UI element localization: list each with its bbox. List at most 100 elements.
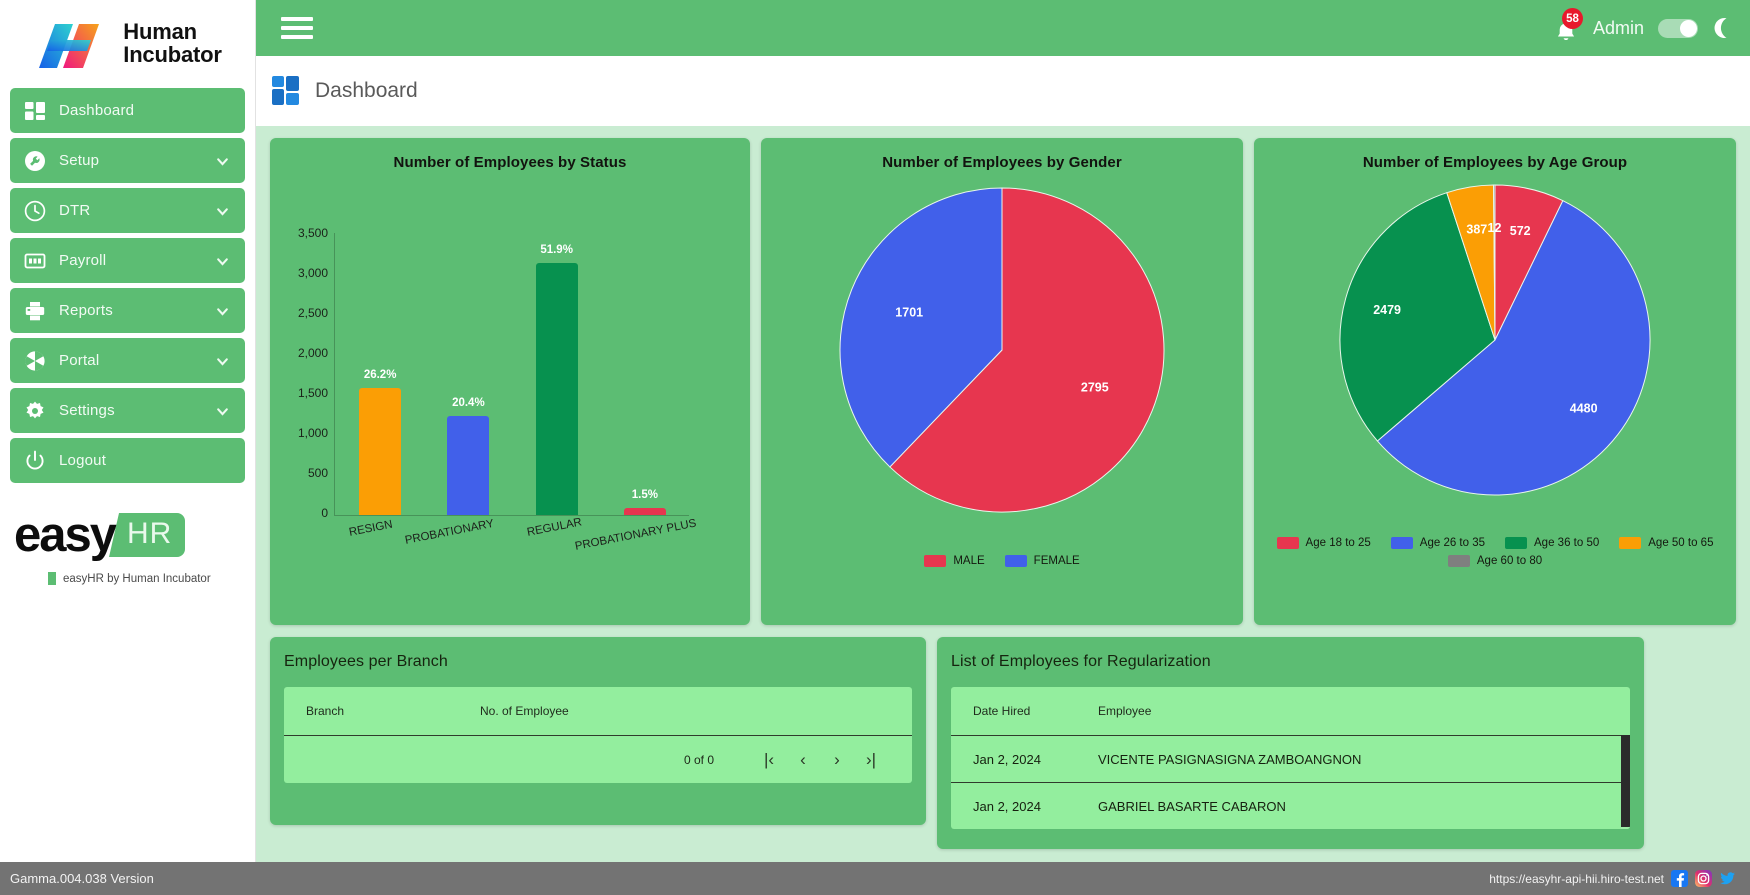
employees-by-gender-chart: Number of Employees by Gender 2795 1701 M… xyxy=(761,138,1244,625)
notifications-button[interactable]: 58 xyxy=(1553,8,1583,43)
pie-slice-value: 1701 xyxy=(895,306,923,320)
cell-date-hired: Jan 2, 2024 xyxy=(973,751,1041,767)
cell-employee: GABRIEL BASARTE CABARON xyxy=(1098,798,1286,814)
sidebar-item-label: Settings xyxy=(59,402,115,419)
table-row[interactable]: Jan 2, 2024 VICENTE PASIGNASIGNA ZAMBOAN… xyxy=(951,735,1630,782)
y-tick: 2,500 xyxy=(297,306,328,320)
last-page-button[interactable]: ›| xyxy=(854,750,888,770)
legend-item[interactable]: Age 60 to 80 xyxy=(1447,555,1543,567)
column-header-date-hired[interactable]: Date Hired xyxy=(951,704,1098,718)
column-header-no-of-employee[interactable]: No. of Employee xyxy=(480,704,912,718)
table-scrollbar-thumb[interactable] xyxy=(1621,735,1630,827)
instagram-icon[interactable] xyxy=(1695,870,1712,887)
first-page-button[interactable]: |‹ xyxy=(752,750,786,770)
twitter-icon[interactable] xyxy=(1719,870,1736,887)
pie-slice-value: 12 xyxy=(1488,221,1502,235)
legend-swatch xyxy=(1004,555,1027,567)
employees-per-branch-panel: Employees per Branch Branch No. of Emplo… xyxy=(270,637,926,825)
api-url: https://easyhr-api-hii.hiro-test.net xyxy=(1489,871,1664,886)
legend-label: Age 60 to 80 xyxy=(1476,555,1543,567)
facebook-icon[interactable] xyxy=(1671,870,1688,887)
x-axis-line xyxy=(334,515,689,516)
bar-data-label: 51.9% xyxy=(540,244,573,256)
branch-table: Branch No. of Employee 0 of 0 |‹ ‹ › ›| xyxy=(284,687,912,783)
sidebar-item-dtr[interactable]: DTR xyxy=(10,188,245,233)
legend-swatch xyxy=(1447,555,1470,567)
sidebar-item-payroll[interactable]: Payroll xyxy=(10,238,245,283)
user-name[interactable]: Admin xyxy=(1593,18,1644,39)
legend-item[interactable]: Age 36 to 50 xyxy=(1505,537,1599,549)
sidebar-item-setup[interactable]: Setup xyxy=(10,138,245,183)
cell-date-hired: Jan 2, 2024 xyxy=(973,798,1041,814)
tables-row: Employees per Branch Branch No. of Emplo… xyxy=(270,637,1736,849)
legend-item[interactable]: Age 50 to 65 xyxy=(1619,537,1713,549)
chart-legend: Age 18 to 25 Age 26 to 35 Age 36 to 50 A… xyxy=(1254,537,1736,567)
sidebar-item-logout[interactable]: Logout xyxy=(10,438,245,483)
pie-chart: 2795 1701 xyxy=(839,187,1165,513)
sidebar-item-label: Reports xyxy=(59,302,113,319)
sidebar-item-portal[interactable]: Portal xyxy=(10,338,245,383)
table-row[interactable]: Jan 2, 2024 GABRIEL BASARTE CABARON xyxy=(951,782,1630,829)
pie-chart: 572 4480 2479 387 12 xyxy=(1339,184,1651,496)
y-tick: 2,000 xyxy=(297,346,328,360)
legend-item[interactable]: Age 18 to 25 xyxy=(1276,537,1371,549)
legend-label: Age 36 to 50 xyxy=(1534,537,1600,549)
table-row[interactable] xyxy=(535,263,578,515)
top-bar: 58 Admin xyxy=(256,0,1750,56)
y-axis: 0 500 1,000 1,500 2,000 2,500 3,000 3,50… xyxy=(270,226,334,520)
chart-legend: MALE FEMALE xyxy=(761,555,1243,567)
pie-slice-value: 2479 xyxy=(1373,303,1401,317)
table-row[interactable] xyxy=(447,416,490,515)
chevron-down-icon xyxy=(217,257,228,266)
sidebar-item-label: Portal xyxy=(59,352,100,369)
y-axis-line xyxy=(334,233,335,515)
column-header-employee[interactable]: Employee xyxy=(1098,704,1630,718)
sidebar-item-label: DTR xyxy=(59,202,91,219)
main-content: Number of Employees by Status 0 500 1,00… xyxy=(256,126,1750,862)
sidebar-item-label: Setup xyxy=(59,152,100,169)
moon-icon[interactable] xyxy=(1712,17,1732,39)
y-tick: 3,500 xyxy=(297,226,328,240)
bar-data-label: 1.5% xyxy=(631,489,658,501)
brand-name: Human Incubator xyxy=(123,19,222,67)
grid-icon xyxy=(25,101,45,120)
next-page-button[interactable]: › xyxy=(820,750,854,770)
pie-slice-value: 2795 xyxy=(1081,380,1109,394)
product-logo-word: easy xyxy=(14,507,117,562)
sidebar-item-label: Logout xyxy=(59,452,107,469)
sidebar-item-reports[interactable]: Reports xyxy=(10,288,245,333)
sidebar-item-settings[interactable]: Settings xyxy=(10,388,245,433)
legend-item[interactable]: FEMALE xyxy=(1004,555,1080,567)
sidebar-nav: Dashboard Setup DTR Payroll Reports Port… xyxy=(0,88,255,483)
column-header-branch[interactable]: Branch xyxy=(284,704,480,718)
hamburger-icon[interactable] xyxy=(280,15,314,41)
footer: Gamma.004.038 Version https://easyhr-api… xyxy=(0,862,1750,895)
pagination-count: 0 of 0 xyxy=(683,752,714,767)
y-tick: 0 xyxy=(321,506,328,520)
previous-page-button[interactable]: ‹ xyxy=(786,750,820,770)
cell-employee: VICENTE PASIGNASIGNA ZAMBOANGNON xyxy=(1098,751,1362,767)
y-tick: 500 xyxy=(307,466,328,480)
table-row[interactable] xyxy=(359,388,402,515)
legend-label: FEMALE xyxy=(1033,555,1080,567)
x-axis-labels: RESIGN PROBATIONARY REGULAR PROBATIONARY… xyxy=(336,516,697,577)
notification-badge: 58 xyxy=(1561,8,1583,29)
legend-item[interactable]: Age 26 to 35 xyxy=(1390,537,1485,549)
chevron-down-icon xyxy=(217,407,228,416)
table-row[interactable] xyxy=(623,508,666,515)
legend-label: Age 18 to 25 xyxy=(1305,537,1371,549)
bar-slot: 26.2% xyxy=(336,233,424,515)
y-tick: 3,000 xyxy=(297,266,328,280)
regularization-table: Date Hired Employee Jan 2, 2024 VICENTE … xyxy=(951,687,1630,829)
legend-item[interactable]: MALE xyxy=(924,555,985,567)
chevron-down-icon xyxy=(217,207,228,216)
theme-toggle[interactable] xyxy=(1658,18,1698,38)
product-logo-subtitle: easyHR by Human Incubator xyxy=(63,572,211,585)
chevron-down-icon xyxy=(217,157,228,166)
legend-label: MALE xyxy=(953,555,985,567)
product-logo-bullet-icon xyxy=(48,572,56,585)
sidebar-item-dashboard[interactable]: Dashboard xyxy=(10,88,245,133)
brand-line-1: Human xyxy=(123,19,197,45)
table-scrollbar[interactable] xyxy=(1621,735,1630,829)
version-label: Gamma.004.038 Version xyxy=(10,871,154,886)
